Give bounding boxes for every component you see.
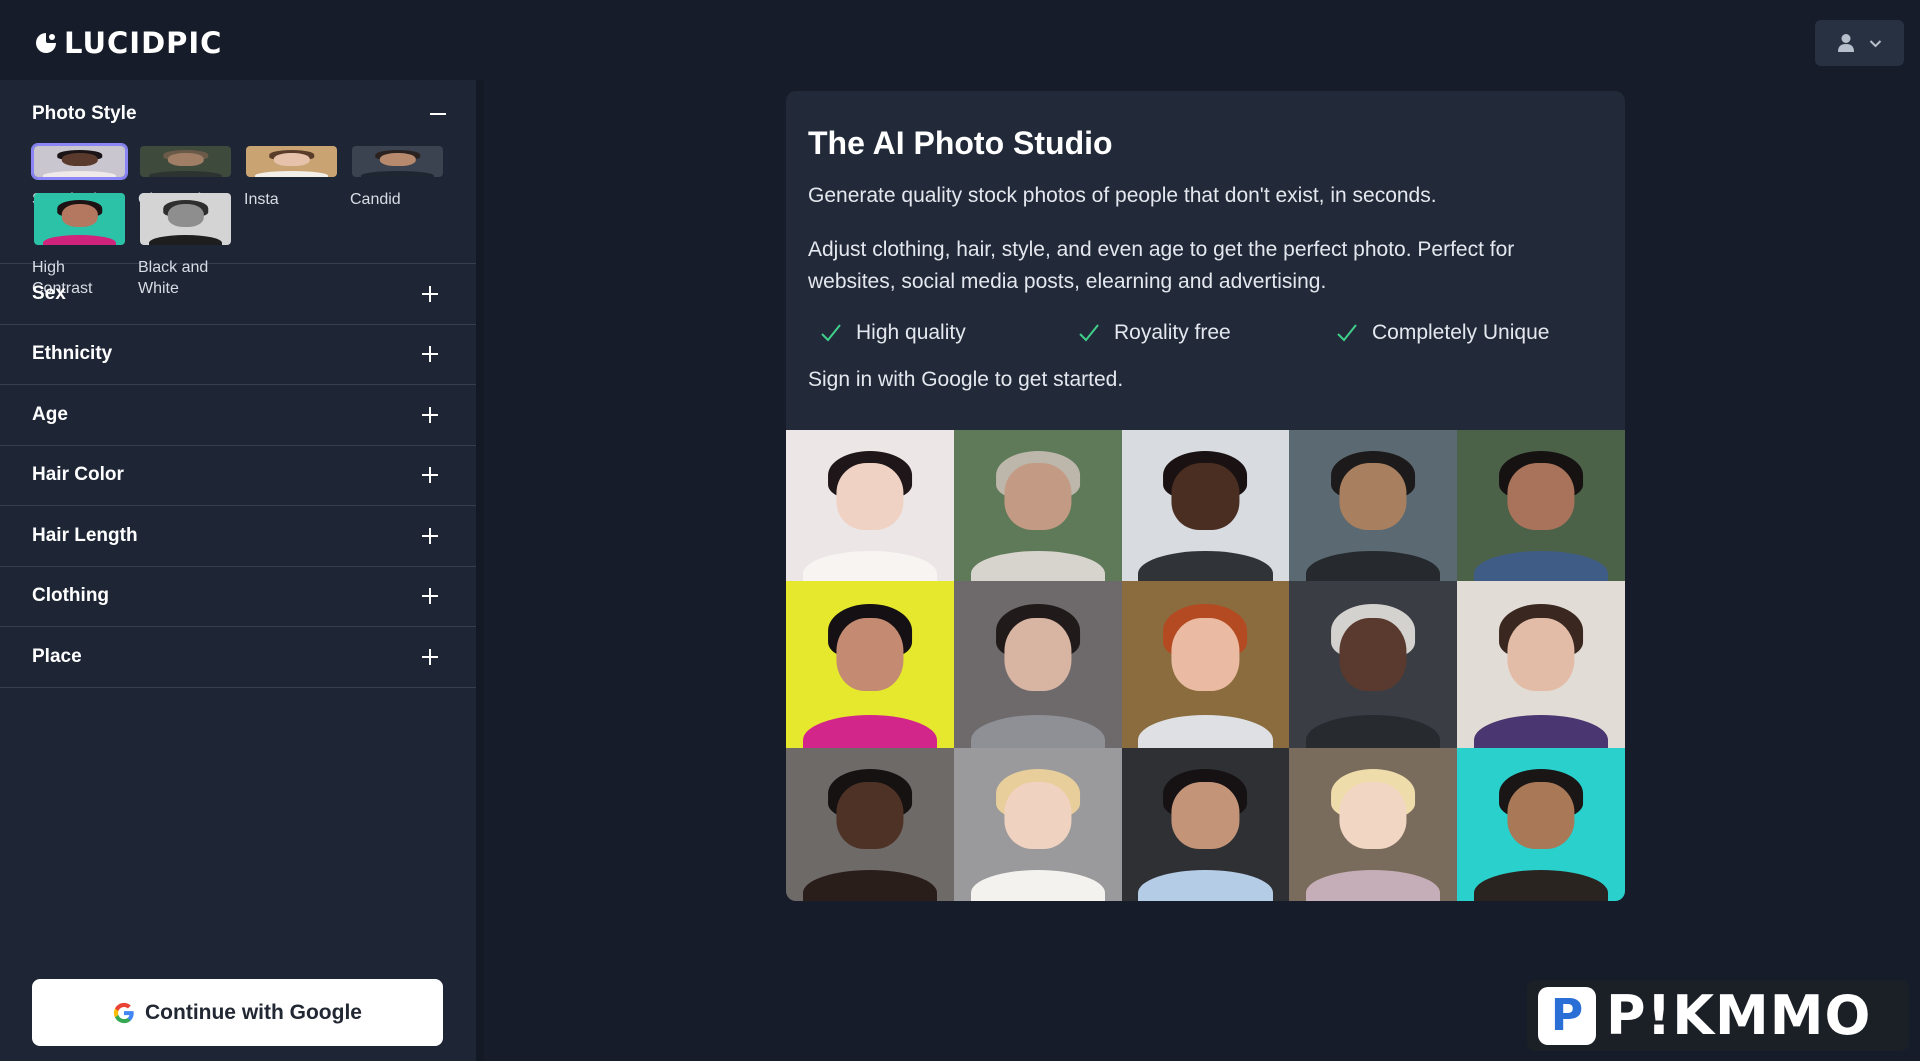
sample-photo bbox=[786, 748, 954, 901]
style-option[interactable]: High Contrast bbox=[32, 191, 127, 297]
sample-photo bbox=[1457, 430, 1625, 581]
section-title: Place bbox=[32, 645, 82, 667]
feature-list: High quality Royality free Completely Un… bbox=[818, 320, 1603, 346]
filter-section[interactable]: Age bbox=[0, 384, 476, 445]
expand-plus-icon[interactable] bbox=[420, 586, 440, 606]
style-thumbnail[interactable] bbox=[244, 144, 339, 179]
expand-plus-icon[interactable] bbox=[420, 647, 440, 667]
feature-item: Completely Unique bbox=[1334, 320, 1549, 346]
section-header[interactable]: Place bbox=[0, 646, 476, 668]
intro-text: Generate quality stock photos of people … bbox=[808, 184, 1437, 207]
expand-plus-icon[interactable] bbox=[420, 344, 440, 364]
continue-with-google-button[interactable]: Continue with Google bbox=[32, 979, 443, 1046]
check-icon bbox=[1079, 324, 1099, 342]
filter-section[interactable]: Ethnicity bbox=[0, 323, 476, 385]
feature-item: High quality bbox=[818, 320, 1076, 346]
collapse-minus-icon[interactable] bbox=[428, 104, 448, 124]
filter-accordion: Sex Ethnicity Age Hair Color Hair Length Clot… bbox=[0, 263, 476, 688]
pikmmo-watermark: P P!KMMO bbox=[1527, 980, 1909, 1051]
logo-text: LUCIDPIC bbox=[64, 26, 223, 60]
section-header[interactable]: Clothing bbox=[0, 585, 476, 607]
sample-photo bbox=[1289, 581, 1458, 748]
style-thumbnail[interactable] bbox=[138, 144, 233, 179]
photo-style-grid: StandardCinematic Insta Candid High Contras… bbox=[0, 130, 484, 297]
card-body: The AI Photo Studio Generate quality sto… bbox=[786, 91, 1625, 430]
section-title: Hair Color bbox=[32, 464, 124, 486]
signin-prompt: Sign in with Google to get started. bbox=[808, 368, 1124, 391]
sample-photo bbox=[953, 748, 1122, 901]
filter-section[interactable]: Hair Color bbox=[0, 444, 476, 506]
section-title: Ethnicity bbox=[32, 343, 113, 365]
style-thumbnail[interactable] bbox=[32, 144, 127, 179]
style-option[interactable]: Standard bbox=[32, 144, 127, 208]
style-thumbnail[interactable] bbox=[138, 191, 233, 247]
description-text: Adjust clothing, hair, style, and even a… bbox=[808, 238, 1515, 293]
style-thumbnail[interactable] bbox=[32, 191, 127, 247]
filter-section[interactable]: Hair Length bbox=[0, 505, 476, 566]
studio-intro-card: The AI Photo Studio Generate quality sto… bbox=[786, 91, 1625, 901]
expand-plus-icon[interactable] bbox=[420, 526, 440, 546]
style-label: Insta bbox=[244, 191, 279, 208]
sample-photo bbox=[786, 430, 954, 581]
filter-sidebar: Photo Style StandardCinematic Insta Candid… bbox=[0, 80, 484, 1061]
photo-style-header[interactable]: Photo Style bbox=[0, 98, 484, 130]
sample-photo bbox=[786, 581, 954, 748]
section-header[interactable]: Hair Color bbox=[0, 464, 476, 486]
section-header[interactable]: Sex bbox=[0, 283, 476, 305]
sample-photo-grid bbox=[786, 430, 1625, 901]
filter-section[interactable]: Clothing bbox=[0, 565, 476, 627]
sample-photo bbox=[1121, 748, 1290, 901]
section-title: Age bbox=[32, 403, 68, 425]
user-icon bbox=[1838, 34, 1854, 52]
section-header[interactable]: Age bbox=[0, 404, 476, 426]
feature-label: High quality bbox=[856, 321, 966, 344]
watermark-text: P!KMMO bbox=[1606, 984, 1872, 1047]
style-thumbnail[interactable] bbox=[350, 144, 445, 179]
sample-photo bbox=[953, 430, 1122, 581]
style-option[interactable]: Cinematic bbox=[138, 144, 233, 208]
expand-plus-icon[interactable] bbox=[420, 465, 440, 485]
feature-item: Royality free bbox=[1076, 320, 1334, 346]
feature-label: Completely Unique bbox=[1372, 321, 1550, 344]
filter-section[interactable]: Place bbox=[0, 626, 476, 687]
sample-photo bbox=[1121, 430, 1290, 581]
check-icon bbox=[1337, 324, 1357, 342]
section-title: Hair Length bbox=[32, 524, 138, 546]
style-option[interactable]: Black and White bbox=[138, 191, 233, 297]
section-header[interactable]: Ethnicity bbox=[0, 343, 476, 365]
sample-photo bbox=[1121, 581, 1290, 748]
check-icon bbox=[821, 324, 841, 342]
expand-plus-icon[interactable] bbox=[420, 284, 440, 304]
google-icon bbox=[113, 1002, 134, 1023]
sample-photo bbox=[1289, 748, 1458, 901]
style-option[interactable]: Candid bbox=[350, 144, 445, 208]
sample-photo bbox=[953, 581, 1122, 748]
sample-photo bbox=[1457, 581, 1625, 748]
style-option[interactable]: Insta bbox=[244, 144, 339, 208]
section-title: Clothing bbox=[32, 585, 110, 607]
section-title: Sex bbox=[32, 282, 66, 304]
section-header[interactable]: Hair Length bbox=[0, 525, 476, 547]
feature-label: Royality free bbox=[1114, 321, 1231, 344]
expand-plus-icon[interactable] bbox=[420, 405, 440, 425]
photo-style-title: Photo Style bbox=[32, 103, 137, 124]
user-menu-button[interactable] bbox=[1815, 20, 1904, 66]
style-label: Candid bbox=[350, 191, 401, 208]
photo-style-section: Photo Style StandardCinematic Insta Candid… bbox=[0, 80, 484, 297]
page-title: The AI Photo Studio bbox=[808, 125, 1113, 161]
logo-mark-icon bbox=[36, 33, 56, 53]
sample-photo bbox=[1457, 748, 1625, 901]
watermark-badge: P bbox=[1538, 986, 1596, 1045]
chevron-down-icon bbox=[1869, 39, 1882, 47]
sidebar-scrollbar[interactable] bbox=[476, 80, 484, 1061]
google-button-label: Continue with Google bbox=[145, 1000, 362, 1024]
app-logo[interactable]: LUCIDPIC bbox=[34, 26, 222, 60]
sample-photo bbox=[1289, 430, 1458, 581]
